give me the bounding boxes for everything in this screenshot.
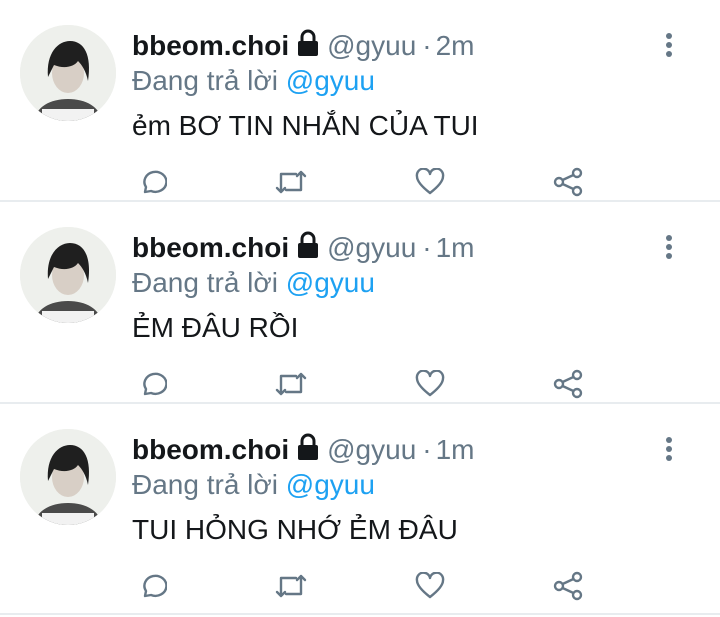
avatar[interactable] (20, 227, 116, 323)
lock-icon (295, 432, 321, 462)
retweet-button[interactable] (271, 566, 311, 606)
separator-dot: · (422, 30, 432, 61)
user-handle[interactable]: @gyuu (327, 30, 416, 61)
reply-button[interactable] (132, 566, 172, 606)
reply-prefix: Đang trả lời (132, 267, 278, 298)
heart-icon (415, 572, 445, 599)
retweet-button[interactable] (271, 364, 311, 404)
timestamp[interactable]: 1m (436, 434, 475, 465)
share-icon (553, 369, 583, 399)
heart-icon (415, 168, 445, 195)
reply-icon (143, 372, 167, 396)
reply-to-link[interactable]: @gyuu (286, 65, 375, 96)
heart-icon (415, 370, 445, 397)
tweet-text: TUI HỎNG NHỚ ẺM ĐÂU (132, 514, 458, 545)
separator-dot: · (422, 232, 432, 263)
tweet-text: ẻm BƠ TIN NHẮN CỦA TUI (132, 110, 479, 141)
lock-icon (295, 230, 321, 260)
display-name[interactable]: bbeom.choi (132, 434, 289, 465)
tweet-text: ẺM ĐÂU RỒI (132, 312, 299, 343)
like-button[interactable] (410, 162, 450, 202)
share-button[interactable] (548, 566, 588, 606)
reply-to-link[interactable]: @gyuu (286, 267, 375, 298)
more-vertical-icon[interactable] (654, 434, 684, 464)
share-button[interactable] (548, 364, 588, 404)
tweet-item[interactable]: bbeom.choi @gyuu · 1m Đang trả lời @gyuu ẺM… (0, 202, 720, 404)
retweet-icon (275, 574, 307, 598)
tweet-item[interactable]: bbeom.choi @gyuu · 1m Đang trả lời @gyuu TU… (0, 404, 720, 615)
lock-icon (295, 28, 321, 58)
tweet-actions (132, 162, 592, 202)
share-icon (553, 571, 583, 601)
timestamp[interactable]: 1m (436, 232, 475, 263)
reply-to-link[interactable]: @gyuu (286, 469, 375, 500)
avatar[interactable] (20, 429, 116, 525)
timestamp[interactable]: 2m (436, 30, 475, 61)
separator-dot: · (422, 434, 432, 465)
display-name[interactable]: bbeom.choi (132, 232, 289, 263)
retweet-icon (275, 372, 307, 396)
reply-icon (143, 574, 167, 598)
reply-context: Đang trả lời @gyuu (132, 465, 375, 505)
tweet-actions (132, 566, 592, 606)
retweet-icon (275, 170, 307, 194)
share-button[interactable] (548, 162, 588, 202)
reply-prefix: Đang trả lời (132, 65, 278, 96)
reply-prefix: Đang trả lời (132, 469, 278, 500)
tweet-item[interactable]: bbeom.choi @gyuu · 2m Đang trả lời @gyuu ẻm… (0, 0, 720, 202)
more-vertical-icon[interactable] (654, 232, 684, 262)
user-handle[interactable]: @gyuu (327, 232, 416, 263)
user-handle[interactable]: @gyuu (327, 434, 416, 465)
reply-button[interactable] (132, 364, 172, 404)
display-name[interactable]: bbeom.choi (132, 30, 289, 61)
reply-button[interactable] (132, 162, 172, 202)
tweet-actions (132, 364, 592, 404)
reply-context: Đang trả lời @gyuu (132, 61, 375, 101)
retweet-button[interactable] (271, 162, 311, 202)
share-icon (553, 167, 583, 197)
more-vertical-icon[interactable] (654, 30, 684, 60)
like-button[interactable] (410, 364, 450, 404)
reply-context: Đang trả lời @gyuu (132, 263, 375, 303)
reply-icon (143, 170, 167, 194)
like-button[interactable] (410, 566, 450, 606)
avatar[interactable] (20, 25, 116, 121)
